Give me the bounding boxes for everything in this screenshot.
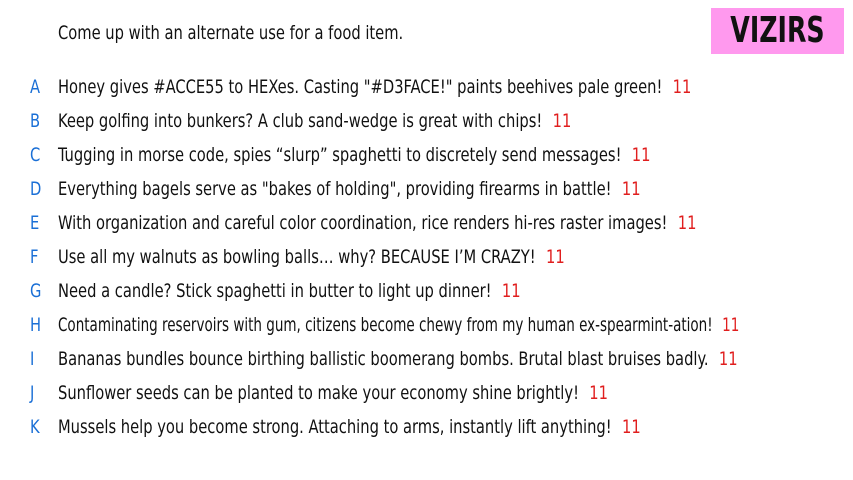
answer-row-i: I Bananas bundles bounce birthing ballis… [0, 342, 853, 376]
answer-score: 11 [718, 348, 738, 370]
answer-score: 11 [621, 416, 641, 438]
answer-row-b: B Keep golfing into bunkers? A club sand… [0, 104, 853, 138]
answer-score: 11 [501, 280, 521, 302]
answer-text: Bananas bundles bounce birthing ballisti… [58, 348, 709, 370]
answer-score: 11 [722, 314, 740, 336]
answer-letter: F [30, 246, 39, 268]
answer-row-f: F Use all my walnuts as bowling balls… w… [0, 240, 853, 274]
answer-line: Mussels help you become strong. Attachin… [58, 416, 641, 438]
answer-letter: E [30, 212, 40, 234]
answer-row-e: E With organization and careful color co… [0, 206, 853, 240]
answer-line: Honey gives #ACCE55 to HEXes. Casting "#… [58, 76, 691, 98]
answer-text: Use all my walnuts as bowling balls… why… [58, 246, 536, 268]
logo-text: VIZIRS [730, 10, 825, 51]
answer-line: With organization and careful color coor… [58, 212, 696, 234]
answer-score: 11 [631, 144, 651, 166]
answer-score: 11 [589, 382, 609, 404]
answer-letter: D [30, 178, 42, 200]
answer-line: Keep golfing into bunkers? A club sand-w… [58, 110, 571, 132]
answer-row-j: J Sunflower seeds can be planted to make… [0, 376, 853, 410]
answer-text: Mussels help you become strong. Attachin… [58, 416, 612, 438]
prompt-text: Come up with an alternate use for a food… [58, 22, 404, 44]
answer-text: Need a candle? Stick spaghetti in butter… [58, 280, 492, 302]
answer-text: Tugging in morse code, spies “slurp” spa… [58, 144, 622, 166]
answer-score: 11 [552, 110, 572, 132]
vizirs-logo: VIZIRS [711, 8, 844, 54]
answer-text: Keep golfing into bunkers? A club sand-w… [58, 110, 543, 132]
answer-row-g: G Need a candle? Stick spaghetti in butt… [0, 274, 853, 308]
answer-line: Tugging in morse code, spies “slurp” spa… [58, 144, 650, 166]
answer-letter: K [30, 416, 40, 438]
answer-letter: I [30, 348, 35, 370]
answer-text: Contaminating reservoirs with gum, citiz… [58, 314, 713, 336]
answer-letter: C [30, 144, 41, 166]
answer-line: Contaminating reservoirs with gum, citiz… [58, 314, 739, 336]
answer-letter: G [30, 280, 42, 302]
answer-letter: H [30, 314, 42, 336]
answer-line: Bananas bundles bounce birthing ballisti… [58, 348, 738, 370]
answer-row-d: D Everything bagels serve as "bakes of h… [0, 172, 853, 206]
answer-line: Need a candle? Stick spaghetti in butter… [58, 280, 521, 302]
answer-score: 11 [677, 212, 697, 234]
answer-text: Everything bagels serve as "bakes of hol… [58, 178, 612, 200]
answer-letter: B [30, 110, 41, 132]
answer-row-c: C Tugging in morse code, spies “slurp” s… [0, 138, 853, 172]
answer-line: Sunflower seeds can be planted to make y… [58, 382, 608, 404]
answer-row-k: K Mussels help you become strong. Attach… [0, 410, 853, 444]
answer-score: 11 [672, 76, 692, 98]
answer-row-a: A Honey gives #ACCE55 to HEXes. Casting … [0, 70, 853, 104]
answer-line: Use all my walnuts as bowling balls… why… [58, 246, 565, 268]
answer-line: Everything bagels serve as "bakes of hol… [58, 178, 641, 200]
answer-letter: J [30, 382, 35, 404]
answer-score: 11 [621, 178, 641, 200]
answer-row-h: H Contaminating reservoirs with gum, cit… [0, 308, 853, 342]
answer-score: 11 [545, 246, 565, 268]
answer-text: Honey gives #ACCE55 to HEXes. Casting "#… [58, 76, 663, 98]
answer-text: Sunflower seeds can be planted to make y… [58, 382, 579, 404]
answer-text: With organization and careful color coor… [58, 212, 668, 234]
answer-letter: A [30, 76, 41, 98]
